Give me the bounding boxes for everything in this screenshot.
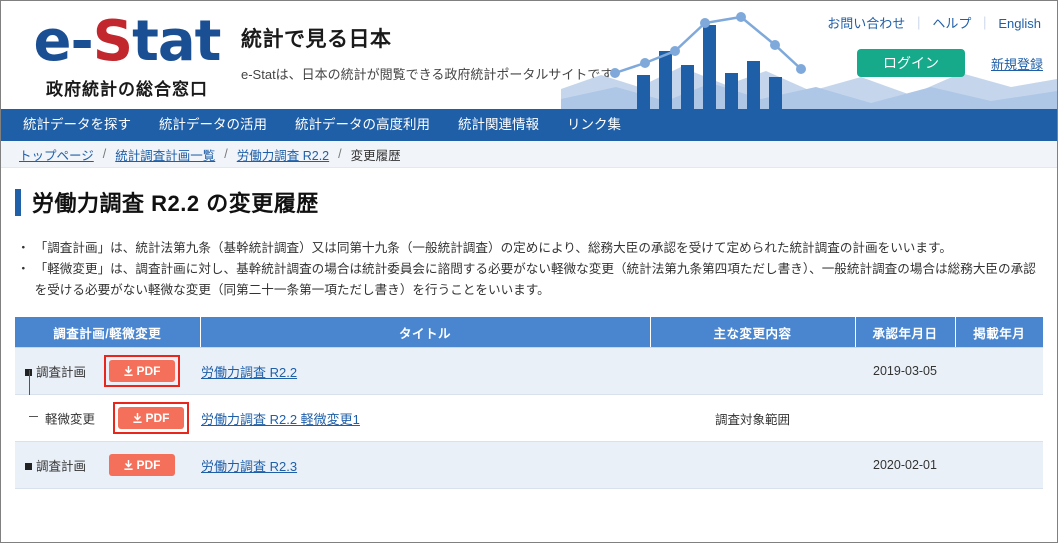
column-header-approval-date: 承認年月日 [855, 317, 956, 348]
cell-main-change: 調査対象範囲 [650, 394, 855, 442]
cell-approval-date [855, 394, 955, 442]
cell-publication-month [955, 394, 1043, 442]
note-text-2: 「軽微変更」は、調査計画に対し、基幹統計調査の場合は統計委員会に諮問する必要がな… [34, 262, 1036, 297]
change-history-table-container: 調査計画/軽微変更 タイトル 主な変更内容 承認年月日 掲載年月 調査計画 PD… [15, 317, 1043, 489]
cell-approval-date: 2020-02-01 [855, 441, 955, 489]
table-header-row: 調査計画/軽微変更 タイトル 主な変更内容 承認年月日 掲載年月 [15, 317, 1043, 348]
table-head: 調査計画/軽微変更 タイトル 主な変更内容 承認年月日 掲載年月 [15, 317, 1043, 348]
table-row: 軽微変更 PDF 労働力調査 R2.2 軽微変更1 調査対象範囲 [15, 394, 1043, 442]
pdf-download-button[interactable]: PDF [108, 360, 175, 382]
register-link[interactable]: 新規登録 [991, 54, 1043, 73]
note-bullet-2: ・ [17, 262, 30, 276]
column-header-main-changes: 主な変更内容 [650, 317, 856, 348]
cell-publication-month [955, 441, 1043, 489]
cell-plan-type: 調査計画 PDF [15, 441, 200, 489]
breadcrumb-item-change-history: 変更履歴 [350, 148, 401, 163]
utility-links: お問い合わせ ｜ ヘルプ ｜ English [827, 13, 1041, 32]
logo-wordmark: e-Stat [29, 11, 225, 73]
help-link[interactable]: ヘルプ [932, 16, 971, 31]
pdf-highlight-annotation: PDF [103, 355, 180, 387]
pdf-highlight-annotation: PDF [112, 402, 189, 434]
download-icon [123, 459, 133, 470]
note-item-2: ・ 「軽微変更」は、調査計画に対し、基幹統計調査の場合は統計委員会に諮問する必要… [17, 259, 1041, 301]
util-separator-1: ｜ [912, 16, 926, 31]
english-link[interactable]: English [998, 16, 1041, 31]
site-header: e-Stat 政府統計の総合窓口 統計で見る日本 e-Statは、日本の統計が閲… [1, 1, 1057, 109]
pdf-download-button[interactable]: PDF [108, 454, 175, 476]
global-navigation: 統計データを探す 統計データの活用 統計データの高度利用 統計関連情報 リンク集 [1, 109, 1057, 141]
cell-publication-month [955, 347, 1043, 395]
breadcrumb: トップページ / 統計調査計画一覧 / 労働力調査 R2.2 / 変更履歴 [1, 141, 1057, 168]
site-logo[interactable]: e-Stat 政府統計の総合窓口 [29, 11, 225, 100]
note-item-1: ・ 「調査計画」は、統計法第九条（基幹統計調査）又は同第十九条（一般統計調査）の… [17, 238, 1041, 259]
logo-text-post: tat [132, 9, 221, 74]
square-marker-icon [25, 462, 32, 470]
pdf-button-wrapper: PDF [104, 449, 180, 481]
breadcrumb-separator-2: / [224, 147, 228, 161]
util-separator-2: ｜ [978, 16, 992, 31]
contact-link[interactable]: お問い合わせ [827, 16, 905, 31]
login-button[interactable]: ログイン [857, 49, 965, 77]
plan-type-label: 調査計画 [36, 365, 87, 380]
cell-main-change [650, 347, 855, 395]
cell-plan-type: 軽微変更 PDF [15, 394, 200, 442]
page-root: e-Stat 政府統計の総合窓口 統計で見る日本 e-Statは、日本の統計が閲… [0, 0, 1058, 543]
note-text-1: 「調査計画」は、統計法第九条（基幹統計調査）又は同第十九条（一般統計調査）の定め… [34, 241, 952, 255]
table-row: 調査計画 PDF 労働力調査 R2.3 2020-02-01 [15, 441, 1043, 489]
column-header-title: タイトル [200, 317, 651, 348]
cell-approval-date: 2019-03-05 [855, 347, 955, 395]
plan-title-link[interactable]: 労働力調査 R2.2 [201, 365, 297, 380]
breadcrumb-item-top[interactable]: トップページ [19, 145, 94, 164]
cell-title: 労働力調査 R2.3 [200, 441, 650, 489]
plan-type-label: 軽微変更 [45, 412, 96, 427]
nav-item-use-data[interactable]: 統計データの活用 [145, 109, 281, 141]
pdf-download-button[interactable]: PDF [117, 407, 184, 429]
column-header-publication-month: 掲載年月 [955, 317, 1043, 348]
nav-item-related-info[interactable]: 統計関連情報 [444, 109, 553, 141]
nav-item-search-data[interactable]: 統計データを探す [9, 109, 145, 141]
logo-text-pre: e- [33, 9, 94, 74]
breadcrumb-item-labour-survey[interactable]: 労働力調査 R2.2 [237, 145, 329, 164]
breadcrumb-separator-1: / [102, 147, 107, 161]
breadcrumb-item-survey-plan-list[interactable]: 統計調査計画一覧 [115, 145, 215, 164]
plan-title-link[interactable]: 労働力調査 R2.2 軽微変更1 [201, 412, 360, 427]
tagline-heading: 統計で見る日本 [241, 28, 392, 51]
logo-text-red: S [92, 9, 133, 74]
cell-main-change [650, 441, 855, 489]
note-bullet-1: ・ [17, 241, 30, 255]
download-icon [132, 412, 142, 423]
page-title-container: 労働力調査 R2.2 の変更履歴 [15, 186, 1057, 218]
cell-title: 労働力調査 R2.2 軽微変更1 [200, 394, 650, 442]
nav-item-links[interactable]: リンク集 [553, 109, 635, 141]
table-body: 調査計画 PDF 労働力調査 R2.2 2019-03-05 軽微変更 PDF … [15, 347, 1043, 489]
cell-plan-type: 調査計画 PDF [15, 347, 200, 414]
page-title: 労働力調査 R2.2 の変更履歴 [32, 191, 319, 216]
plan-title-link[interactable]: 労働力調査 R2.3 [201, 459, 297, 474]
nav-item-advanced-use[interactable]: 統計データの高度利用 [281, 109, 444, 141]
logo-subtitle: 政府統計の総合窓口 [46, 80, 208, 99]
cell-title: 労働力調査 R2.2 [200, 347, 650, 395]
plan-type-label: 調査計画 [36, 459, 87, 474]
change-history-table: 調査計画/軽微変更 タイトル 主な変更内容 承認年月日 掲載年月 調査計画 PD… [15, 317, 1043, 489]
column-header-plan-type: 調査計画/軽微変更 [15, 317, 201, 348]
download-icon [123, 365, 133, 376]
breadcrumb-separator-3: / [338, 147, 342, 161]
tree-connector-horizontal [29, 416, 38, 417]
explanatory-notes: ・ 「調査計画」は、統計法第九条（基幹統計調査）又は同第十九条（一般統計調査）の… [17, 238, 1041, 301]
table-row: 調査計画 PDF 労働力調査 R2.2 2019-03-05 [15, 347, 1043, 414]
title-accent-bar [15, 188, 21, 216]
